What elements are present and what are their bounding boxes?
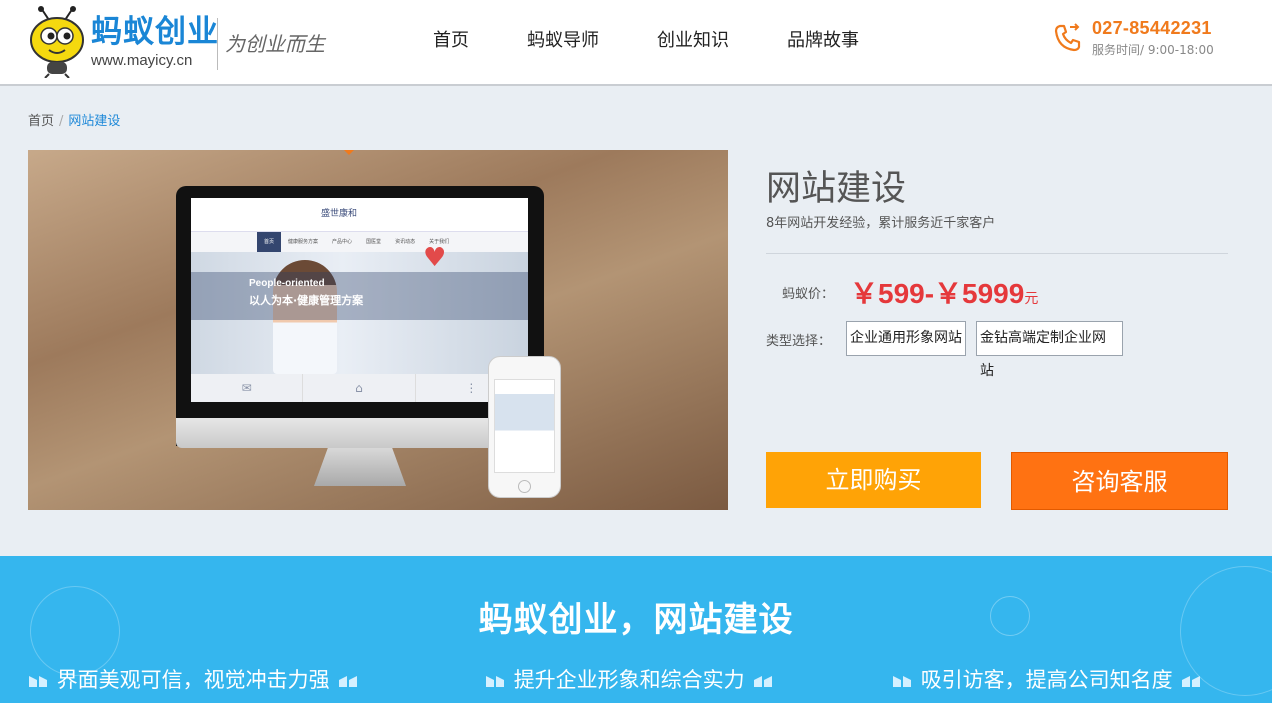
nav-item-home[interactable]: 首页: [410, 0, 492, 84]
price: ￥599-￥5999元: [850, 272, 1038, 312]
breadcrumb: 首页 / 网站建设: [28, 110, 120, 129]
mock-site-footer: ✉ ⌂ ⋮: [191, 374, 528, 402]
main-nav: 首页 蚂蚁导师 创业知识 品牌故事: [410, 0, 894, 84]
hotline[interactable]: 027-85442231 服务时间/ 9:00-18:00: [1052, 18, 1262, 62]
option-premium-site[interactable]: 金钻高端定制企业网站: [976, 321, 1123, 379]
nav-item-brand-story[interactable]: 品牌故事: [764, 0, 882, 84]
breadcrumb-current: 网站建设: [68, 114, 121, 129]
product-subtitle: 8年网站开发经验，累计服务近千家客户: [766, 216, 996, 231]
mail-icon: ✉: [191, 374, 304, 402]
quote-open-icon: [893, 676, 911, 687]
option-standard-site[interactable]: 企业通用形象网站: [846, 321, 966, 356]
product-image: 盛世康和 首页 健康服务方案 产品中心 国医堂 资讯动态 关于我们 People…: [28, 150, 728, 510]
promo-headline: 蚂蚁创业，网站建设: [478, 600, 794, 640]
mock-nav-item: 国医堂: [366, 239, 382, 245]
mock-banner-text-en: People-oriented: [249, 278, 325, 289]
phone-number: 027-85442231: [1092, 18, 1212, 38]
mock-nav-item: 产品中心: [332, 239, 353, 245]
brand-name: 蚂蚁创业: [91, 14, 219, 50]
feature-text: 提升企业形象和综合实力: [513, 668, 745, 692]
phone-screen: [494, 379, 555, 473]
quote-close-icon: [1182, 676, 1201, 687]
nav-item-knowledge[interactable]: 创业知识: [634, 0, 752, 84]
logo-divider: [217, 18, 218, 70]
quote-close-icon: [754, 676, 773, 687]
feature-item: 提升企业形象和综合实力: [485, 664, 773, 694]
mock-nav-item: 资讯动态: [395, 239, 416, 245]
breadcrumb-separator: /: [59, 114, 64, 129]
feature-text: 吸引访客，提高公司知名度: [920, 668, 1173, 692]
nav-item-mentors[interactable]: 蚂蚁导师: [504, 0, 622, 84]
feature-text: 界面美观可信，视觉冲击力强: [56, 668, 330, 692]
breadcrumb-home[interactable]: 首页: [28, 114, 54, 129]
phone-icon: [1054, 23, 1081, 52]
price-label: 蚂蚁价：: [782, 287, 835, 302]
price-unit: 元: [1024, 290, 1039, 306]
phone-mockup: [488, 356, 561, 498]
brand-slogan: 为创业而生: [225, 32, 325, 56]
logo[interactable]: 蚂蚁创业 www.mayicy.cn 为创业而生: [27, 4, 347, 80]
buy-now-button[interactable]: 立即购买: [766, 452, 981, 508]
monitor-stand: [314, 448, 406, 486]
monitor-screen: 盛世康和 首页 健康服务方案 产品中心 国医堂 资讯动态 关于我们 People…: [191, 198, 528, 402]
type-label: 类型选择：: [766, 334, 832, 349]
mock-nav-item: 健康服务方案: [288, 239, 319, 245]
consult-service-button[interactable]: 咨询客服: [1011, 452, 1228, 510]
home-icon: ⌂: [303, 374, 416, 402]
brand-domain: www.mayicy.cn: [91, 52, 193, 69]
quote-open-icon: [486, 676, 504, 687]
feature-item: 吸引访客，提高公司知名度: [892, 664, 1201, 694]
heart-icon: ♥: [423, 243, 447, 273]
product-title: 网站建设: [766, 169, 907, 209]
quote-close-icon: [339, 676, 358, 687]
ant-mascot-icon: [30, 6, 84, 78]
feature-item: 界面美观可信，视觉冲击力强: [28, 664, 358, 694]
promo-banner: 蚂蚁创业，网站建设 界面美观可信，视觉冲击力强 提升企业形象和综合实力 吸引访客…: [0, 556, 1272, 703]
site-header: 蚂蚁创业 www.mayicy.cn 为创业而生 首页 蚂蚁导师 创业知识 品牌…: [0, 0, 1272, 86]
quote-open-icon: [29, 676, 47, 687]
mock-site-header: 盛世康和: [191, 198, 528, 232]
service-hours: 服务时间/ 9:00-18:00: [1092, 43, 1214, 57]
phone-home-button: [518, 480, 531, 493]
mock-site-logo: 盛世康和: [321, 209, 358, 219]
pointer-marker: [344, 150, 354, 155]
divider: [766, 253, 1228, 254]
mock-banner-text-cn: 以人为本·健康管理方案: [249, 294, 364, 307]
price-value: ￥599-￥5999: [850, 278, 1025, 309]
mock-site-nav: 首页 健康服务方案 产品中心 国医堂 资讯动态 关于我们: [191, 232, 528, 252]
mock-nav-item: 首页: [257, 232, 282, 252]
